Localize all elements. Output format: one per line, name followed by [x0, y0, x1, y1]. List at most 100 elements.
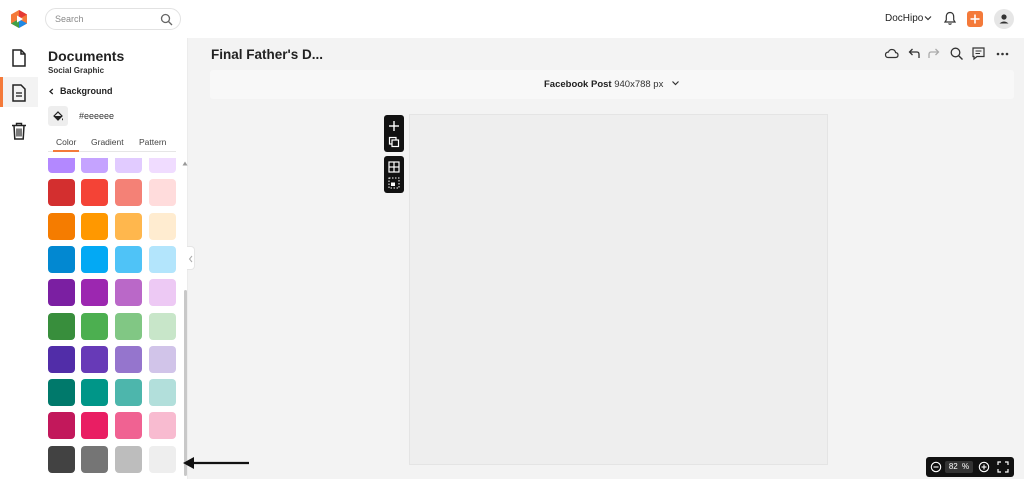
color-swatch[interactable] [115, 412, 142, 440]
color-swatch[interactable] [48, 212, 75, 240]
size-preset-dimensions: 940x788 px [614, 79, 664, 90]
color-swatch[interactable] [48, 158, 75, 173]
color-swatch[interactable] [115, 445, 142, 473]
color-swatch[interactable] [149, 345, 176, 373]
zoom-level-input[interactable]: 82 % [945, 461, 973, 473]
swatch-grid [48, 158, 178, 478]
rail-item-new-document[interactable] [0, 42, 38, 72]
document-icon [12, 84, 26, 102]
user-avatar[interactable] [994, 9, 1014, 29]
notification-bell-icon[interactable] [943, 11, 957, 26]
add-page-icon[interactable] [388, 120, 400, 132]
panel-title: Documents [48, 48, 125, 64]
color-tabs: Color Gradient Pattern [48, 134, 176, 152]
color-swatch[interactable] [115, 179, 142, 207]
color-swatch[interactable] [115, 345, 142, 373]
color-swatch[interactable] [149, 312, 176, 340]
create-new-button[interactable] [967, 11, 983, 27]
size-preset-name: Facebook Post [544, 79, 612, 90]
color-swatch[interactable] [149, 445, 176, 473]
chevron-down-icon[interactable] [924, 14, 932, 22]
more-options-icon[interactable] [995, 46, 1010, 61]
user-icon [999, 14, 1009, 24]
comment-icon[interactable] [971, 46, 986, 61]
color-swatch[interactable] [81, 158, 108, 173]
left-rail [0, 38, 38, 479]
color-swatch[interactable] [48, 445, 75, 473]
tab-pattern[interactable]: Pattern [139, 137, 166, 147]
color-swatch[interactable] [149, 279, 176, 307]
color-swatch[interactable] [149, 158, 176, 173]
search-icon[interactable] [949, 46, 964, 61]
panel-subtitle: Social Graphic [48, 66, 105, 75]
color-swatch[interactable] [48, 279, 75, 307]
color-swatch[interactable] [81, 412, 108, 440]
zoom-in-icon[interactable] [978, 461, 990, 473]
color-swatch[interactable] [81, 279, 108, 307]
scrollbar-thumb[interactable] [184, 290, 187, 476]
color-swatch[interactable] [115, 379, 142, 407]
redo-icon[interactable] [927, 46, 942, 61]
color-swatch[interactable] [48, 345, 75, 373]
zoom-control: 82 % [926, 457, 1014, 477]
search-placeholder: Search [55, 14, 84, 24]
chevron-down-icon [672, 81, 679, 86]
color-swatch[interactable] [81, 345, 108, 373]
color-swatch[interactable] [149, 245, 176, 273]
back-label: Background [60, 86, 113, 96]
workspace-dropdown[interactable]: DocHipo [885, 13, 923, 24]
color-swatch[interactable] [115, 158, 142, 173]
color-swatch[interactable] [81, 245, 108, 273]
tab-color[interactable]: Color [52, 137, 80, 152]
dochipo-logo-icon[interactable] [9, 9, 29, 29]
color-swatch[interactable] [115, 279, 142, 307]
color-swatch[interactable] [48, 179, 75, 207]
color-picker-button[interactable] [48, 106, 68, 126]
layout-tools [384, 156, 404, 193]
undo-icon[interactable] [906, 46, 921, 61]
color-swatch[interactable] [149, 412, 176, 440]
color-swatch[interactable] [48, 245, 75, 273]
color-swatch[interactable] [48, 412, 75, 440]
pointer-arrow-icon [183, 457, 249, 469]
fullscreen-icon[interactable] [997, 461, 1009, 473]
color-swatch[interactable] [48, 312, 75, 340]
color-swatch[interactable] [48, 379, 75, 407]
color-swatch[interactable] [81, 212, 108, 240]
rail-item-trash[interactable] [0, 115, 38, 145]
file-icon [12, 49, 26, 67]
canvas-size-label: Facebook Post 940x788 px [210, 79, 1014, 90]
background-panel: Documents Social Graphic Background Colo… [38, 38, 188, 479]
color-swatch[interactable] [115, 212, 142, 240]
color-swatch[interactable] [115, 312, 142, 340]
color-swatch[interactable] [81, 379, 108, 407]
color-swatch[interactable] [81, 312, 108, 340]
chevron-left-icon [49, 88, 54, 95]
color-swatch[interactable] [149, 379, 176, 407]
trash-icon [12, 122, 26, 140]
select-area-icon[interactable] [388, 177, 400, 189]
color-swatch[interactable] [81, 445, 108, 473]
canvas-size-selector[interactable]: Facebook Post 940x788 px [210, 70, 1014, 99]
plus-icon [970, 14, 980, 24]
search-icon[interactable] [160, 13, 173, 26]
rail-item-documents[interactable] [0, 77, 38, 107]
hex-color-input[interactable] [72, 106, 176, 126]
design-canvas[interactable] [409, 114, 828, 465]
color-swatch[interactable] [149, 212, 176, 240]
color-swatch[interactable] [81, 179, 108, 207]
grid-icon[interactable] [388, 161, 400, 173]
page-tools [384, 115, 404, 152]
color-swatch[interactable] [149, 179, 176, 207]
search-input[interactable]: Search [45, 8, 181, 30]
color-swatch[interactable] [115, 245, 142, 273]
duplicate-page-icon[interactable] [388, 136, 400, 148]
cloud-save-icon[interactable] [884, 46, 899, 61]
chevron-left-icon [188, 255, 193, 263]
panel-collapse-handle[interactable] [187, 246, 195, 270]
zoom-unit: % [962, 462, 970, 471]
scroll-up-icon[interactable] [182, 161, 188, 166]
document-title[interactable]: Final Father's D... [211, 47, 323, 62]
zoom-out-icon[interactable] [930, 461, 942, 473]
tab-gradient[interactable]: Gradient [91, 137, 124, 147]
